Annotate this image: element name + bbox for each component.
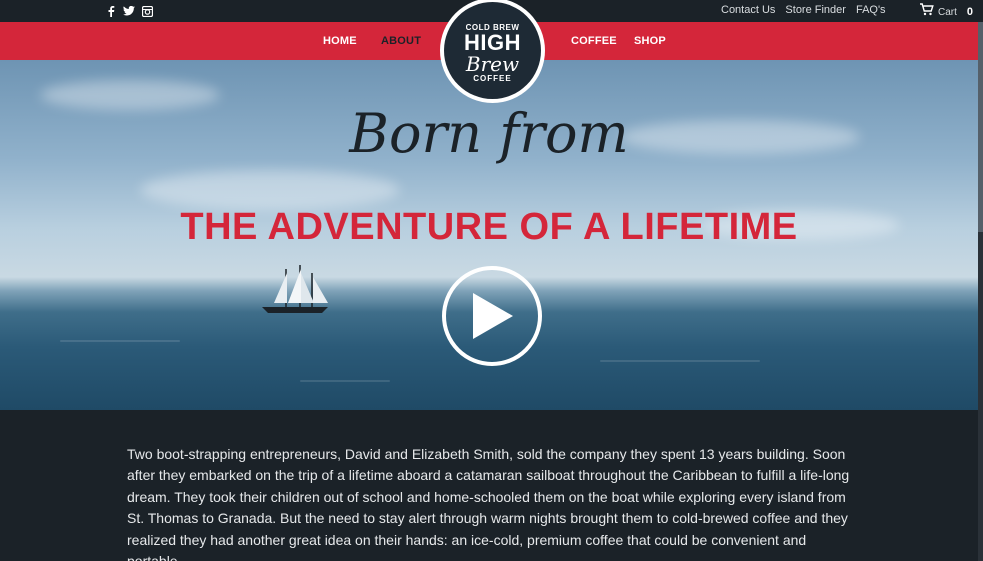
- logo-high-text: HIGH: [464, 29, 521, 55]
- logo-coffee-text: COFFEE: [473, 73, 512, 83]
- nav-coffee[interactable]: COFFEE: [571, 35, 617, 47]
- instagram-icon[interactable]: [141, 5, 153, 17]
- script-heading: Born from: [349, 102, 629, 165]
- sea-glint: [300, 380, 390, 382]
- sailboat-image: [262, 265, 328, 313]
- play-video-button[interactable]: [442, 266, 542, 366]
- story-paragraph: Two boot-strapping entrepreneurs, David …: [127, 446, 850, 561]
- contact-us-link[interactable]: Contact Us: [721, 4, 775, 16]
- cart-count: 0: [966, 6, 974, 18]
- nav-home[interactable]: HOME: [323, 35, 357, 47]
- social-links: [105, 5, 153, 17]
- twitter-icon[interactable]: [123, 5, 135, 17]
- cart-label: Cart: [938, 6, 957, 18]
- store-finder-link[interactable]: Store Finder: [785, 4, 846, 16]
- facebook-icon[interactable]: [105, 5, 117, 17]
- sea-glint: [600, 360, 760, 362]
- nav-about[interactable]: ABOUT: [381, 35, 421, 47]
- utility-links: Contact Us Store Finder FAQ's: [721, 4, 886, 16]
- logo-badge: COLD BREW HIGH Brew COFFEE: [444, 2, 541, 99]
- brand-logo[interactable]: COLD BREW HIGH Brew COFFEE: [440, 0, 545, 103]
- hero-video-banner: Born from THE ADVENTURE OF A LIFETIME: [0, 60, 978, 410]
- nav-shop[interactable]: SHOP: [634, 35, 666, 47]
- scrollbar-thumb[interactable]: [978, 22, 983, 232]
- cart-icon: [920, 3, 934, 21]
- cart-button[interactable]: Cart 0: [920, 3, 973, 21]
- cloud: [140, 170, 400, 210]
- logo-brew-text: Brew: [465, 51, 520, 76]
- sea-glint: [60, 340, 180, 342]
- play-icon: [473, 293, 513, 339]
- hero-headline: THE ADVENTURE OF A LIFETIME: [180, 206, 798, 248]
- faqs-link[interactable]: FAQ's: [856, 4, 886, 16]
